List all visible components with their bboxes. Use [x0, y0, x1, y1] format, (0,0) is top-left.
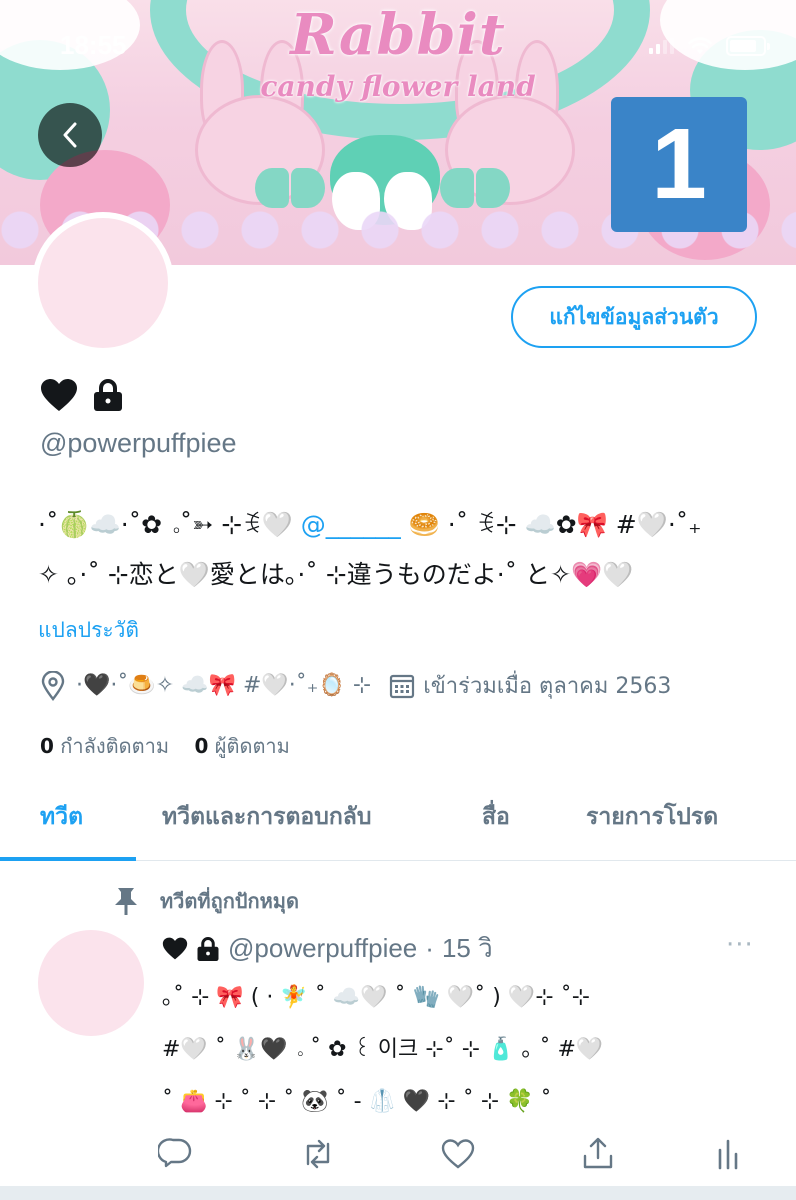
bio-line: ·˚🍈☁️·˚✿ ｡˚➳ ⊹ꉂ🤍 @______ 🥯 ·˚ ꉂ⊹ ☁️✿🎀 #🤍…: [38, 500, 768, 550]
analytics-icon[interactable]: [710, 1136, 746, 1172]
follow-stats: 0 กำลังติดตาม 0 ผู้ติดตาม: [40, 730, 290, 762]
following-label: กำลังติดตาม: [60, 734, 170, 758]
bio-text: 🥯 ·˚ ꉂ⊹ ☁️✿🎀 #🤍·˚₊: [400, 510, 702, 539]
tweet-separator: ·: [425, 933, 434, 963]
profile-location: ·🖤·˚🍮✧ ☁️🎀 #🤍·˚₊🪞 ⊹: [76, 673, 372, 698]
pin-icon: [115, 888, 137, 915]
bio-text: ·˚🍈☁️·˚✿ ｡˚➳ ⊹ꉂ🤍: [38, 510, 301, 539]
like-icon[interactable]: [440, 1136, 476, 1172]
profile-meta: ·🖤·˚🍮✧ ☁️🎀 #🤍·˚₊🪞 ⊹ เข้าร่วมเมื่อ ตุลาคม…: [40, 668, 671, 703]
tweet-text: ｡˚ ⊹ 🎀 ( · 🧚 ˚ ☁️🤍 ˚ 🧤 🤍˚ ) 🤍⊹ ˚⊹ #🤍 ˚ 🐰…: [162, 972, 762, 1128]
pinned-label: ทวีตที่ถูกปักหมุด: [112, 885, 299, 917]
tab-media[interactable]: สื่อ: [482, 799, 510, 835]
tweet-text-line: ˚ 👛 ⊹ ˚ ⊹ ˚ 🐼 ˚ - 🥼 🖤 ⊹ ˚ ⊹ 🍀 ˚: [162, 1089, 552, 1114]
battery-icon: [726, 36, 770, 56]
tweet-actions: [0, 1132, 796, 1182]
tab-likes[interactable]: รายการโปรด: [586, 799, 718, 835]
black-heart-icon: [41, 379, 77, 411]
tweet-handle[interactable]: @powerpuffpiee: [228, 933, 417, 964]
reply-icon[interactable]: [158, 1136, 194, 1172]
calendar-icon: [390, 674, 415, 698]
edit-profile-button[interactable]: แก้ไขข้อมูลส่วนตัว: [511, 286, 757, 348]
tweet-more-button[interactable]: ···: [726, 930, 754, 960]
status-bar-time: 18:55: [60, 30, 127, 60]
share-icon[interactable]: [580, 1136, 616, 1172]
bio-line: ✧ ｡·˚ ⊹恋と🤍愛とは｡·˚ ⊹違うものだよ·˚ と✧💗🤍: [38, 560, 634, 589]
pinned-label-text: ทวีตที่ถูกปักหมุด: [160, 889, 299, 913]
tweet-divider: [0, 1186, 796, 1200]
following-count: 0: [40, 734, 54, 758]
tweet-avatar[interactable]: [38, 930, 144, 1036]
profile-join-date: เข้าร่วมเมื่อ ตุลาคม 2563: [423, 674, 672, 699]
status-bar-icons: [649, 36, 770, 56]
lock-icon: [197, 936, 219, 961]
display-name: [40, 378, 124, 412]
active-tab-indicator: [0, 857, 136, 861]
tweet-header: @powerpuffpiee · 15 วิ: [162, 928, 493, 969]
tweet-time: 15 วิ: [441, 933, 493, 963]
chevron-left-icon: [63, 122, 77, 148]
tab-tweets-and-replies[interactable]: ทวีตและการตอบกลับ: [162, 799, 371, 835]
followers-stat[interactable]: 0 ผู้ติดตาม: [194, 734, 289, 758]
translate-bio-link[interactable]: แปลประวัติ: [38, 614, 139, 647]
profile-bio: ·˚🍈☁️·˚✿ ｡˚➳ ⊹ꉂ🤍 @______ 🥯 ·˚ ꉂ⊹ ☁️✿🎀 #🤍…: [38, 500, 768, 600]
tweet-text-line: ｡˚ ⊹ 🎀 ( · 🧚 ˚ ☁️🤍 ˚ 🧤 🤍˚ ) 🤍⊹ ˚⊹: [162, 985, 591, 1010]
tweet-text-line: #🤍 ˚ 🐰🖤 ｡ ˚ ✿ ꒰ 이크 ⊹˚ ⊹ 🧴 ｡ ˚ #🤍: [162, 1037, 604, 1062]
following-stat[interactable]: 0 กำลังติดตาม: [40, 734, 169, 758]
number-badge: 1: [611, 97, 747, 232]
profile-handle: @powerpuffpiee: [40, 428, 237, 458]
retweet-icon[interactable]: [300, 1136, 336, 1172]
wifi-icon: [688, 37, 712, 54]
location-pin-icon: [41, 670, 65, 701]
followers-count: 0: [194, 734, 209, 758]
bio-mention-link[interactable]: @______: [301, 510, 401, 539]
profile-avatar[interactable]: [32, 212, 174, 354]
tab-tweets[interactable]: ทวีต: [40, 799, 83, 835]
battery-level: [730, 40, 756, 52]
black-heart-icon: [162, 937, 188, 960]
back-button[interactable]: [38, 103, 102, 167]
lock-icon: [94, 379, 122, 411]
followers-label: ผู้ติดตาม: [214, 734, 290, 758]
profile-tabs: ทวีต ทวีตและการตอบกลับ สื่อ รายการโปรด: [0, 785, 796, 861]
signal-icon: [649, 38, 674, 54]
